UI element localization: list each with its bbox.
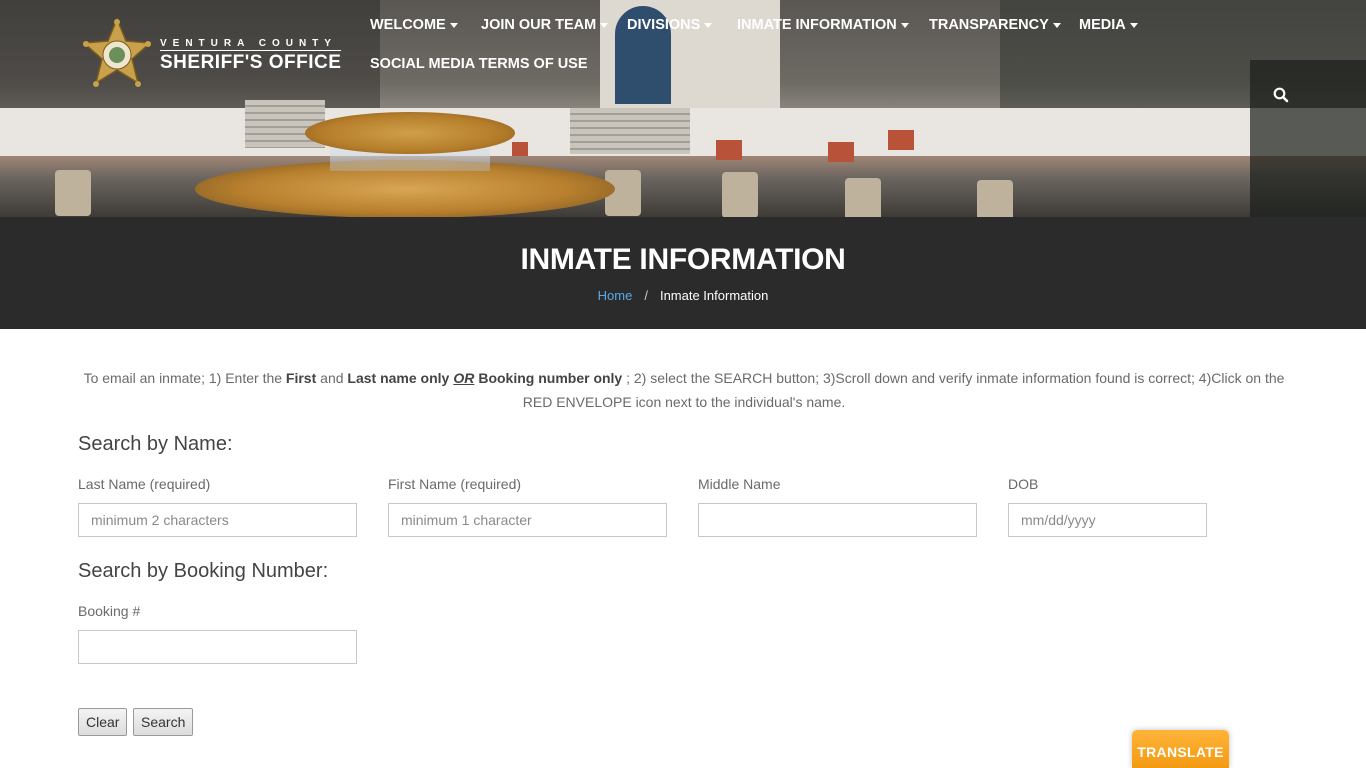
nav-social-media-terms[interactable]: SOCIAL MEDIA TERMS OF USE — [370, 53, 588, 75]
clear-button[interactable]: Clear — [78, 708, 128, 736]
caret-down-icon — [600, 22, 609, 28]
nav-join-our-team[interactable]: JOIN OUR TEAM — [481, 14, 609, 36]
caret-down-icon — [704, 22, 713, 28]
sheriff-badge-logo[interactable] — [82, 17, 152, 93]
nav-welcome-label: WELCOME — [370, 17, 446, 33]
nav-transparency[interactable]: TRANSPARENCY — [929, 14, 1061, 36]
first-name-label: First Name (required) — [388, 476, 522, 492]
nav-transparency-label: TRANSPARENCY — [929, 17, 1049, 33]
caret-down-icon — [449, 22, 458, 28]
last-name-input[interactable] — [78, 503, 357, 537]
breadcrumb-current: Inmate Information — [659, 288, 769, 303]
nav-social-label: SOCIAL MEDIA TERMS OF USE — [370, 56, 588, 72]
dob-input[interactable] — [1008, 503, 1207, 537]
search-by-booking-heading: Search by Booking Number: — [78, 560, 329, 582]
search-by-name-heading: Search by Name: — [78, 433, 233, 455]
brand-wordmark[interactable]: VENTURA COUNTY SHERIFF'S OFFICE — [160, 38, 342, 74]
intro-or: OR — [453, 370, 475, 386]
breadcrumb: Home / Inmate Information — [0, 288, 1366, 303]
search-icon[interactable] — [1272, 86, 1290, 104]
nav-media[interactable]: MEDIA — [1079, 14, 1138, 36]
page-title-band: INMATE INFORMATION Home / Inmate Informati… — [0, 217, 1366, 329]
nav-media-label: MEDIA — [1079, 17, 1126, 33]
nav-inmate-information[interactable]: INMATE INFORMATION — [737, 14, 909, 36]
intro-text-1: To email an inmate; 1) Enter the — [83, 370, 286, 386]
nav-welcome[interactable]: WELCOME — [370, 14, 458, 36]
nav-divisions-label: DIVISIONS — [627, 17, 701, 33]
brand-county-text: VENTURA COUNTY — [160, 38, 342, 51]
nav-join-label: JOIN OUR TEAM — [481, 17, 597, 33]
nav-inmate-label: INMATE INFORMATION — [737, 17, 897, 33]
intro-bold-first: First — [285, 370, 317, 386]
breadcrumb-home-link[interactable]: Home — [598, 288, 633, 303]
page-title: INMATE INFORMATION — [520, 243, 846, 276]
brand-office-text: SHERIFF'S OFFICE — [160, 52, 342, 73]
caret-down-icon — [900, 22, 909, 28]
first-name-input[interactable] — [388, 503, 667, 537]
search-button[interactable]: Search — [133, 708, 194, 736]
email-instructions: To email an inmate; 1) Enter the First a… — [78, 366, 1290, 414]
booking-number-label: Booking # — [78, 603, 141, 619]
breadcrumb-separator: / — [644, 288, 648, 303]
dob-label: DOB — [1008, 476, 1039, 492]
middle-name-input[interactable] — [698, 503, 977, 537]
caret-down-icon — [1052, 22, 1061, 28]
intro-text-2: and — [316, 370, 348, 386]
intro-bold-last-name: Last name only — [347, 370, 450, 386]
booking-number-input[interactable] — [78, 630, 357, 664]
nav-divisions[interactable]: DIVISIONS — [627, 14, 713, 36]
last-name-label: Last Name (required) — [78, 476, 211, 492]
intro-bold-booking: Booking number only — [478, 370, 623, 386]
translate-button[interactable]: TRANSLATE — [1132, 730, 1229, 768]
middle-name-label: Middle Name — [698, 476, 781, 492]
intro-text-3: ; 2) select the SEARCH button; 3)Scroll … — [522, 370, 1285, 410]
caret-down-icon — [1129, 22, 1138, 28]
